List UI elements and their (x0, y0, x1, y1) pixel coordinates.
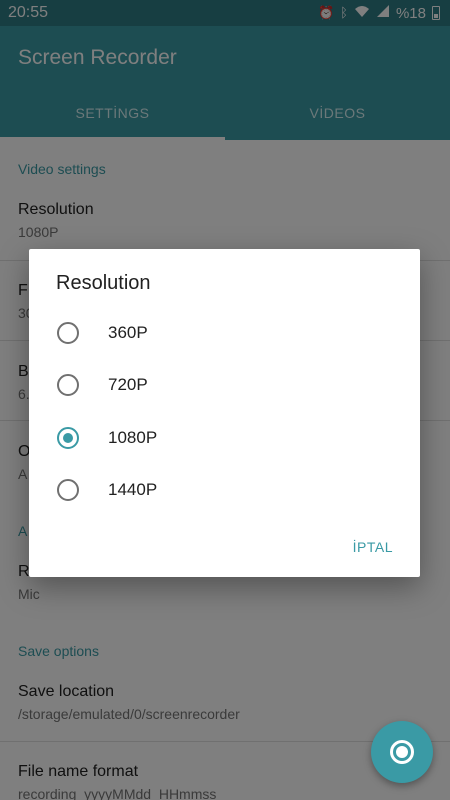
option-1440p[interactable]: 1440P (29, 464, 420, 516)
radio-button[interactable] (57, 374, 79, 396)
dialog-title: Resolution (56, 272, 151, 294)
resolution-dialog: Resolution 360P 720P 1080P 1440P İPTAL (29, 249, 420, 577)
record-fab[interactable] (371, 721, 433, 783)
option-720p[interactable]: 720P (29, 359, 420, 411)
radio-button[interactable] (57, 322, 79, 344)
option-label: 720P (108, 375, 148, 394)
option-label: 360P (108, 323, 148, 342)
option-360p[interactable]: 360P (29, 307, 420, 359)
record-icon (390, 740, 414, 764)
option-label: 1080P (108, 428, 158, 447)
radio-button[interactable] (57, 479, 79, 501)
option-label: 1440P (108, 480, 158, 499)
cancel-button[interactable]: İPTAL (353, 539, 393, 555)
radio-button-checked[interactable] (57, 427, 79, 449)
option-1080p[interactable]: 1080P (29, 412, 420, 464)
